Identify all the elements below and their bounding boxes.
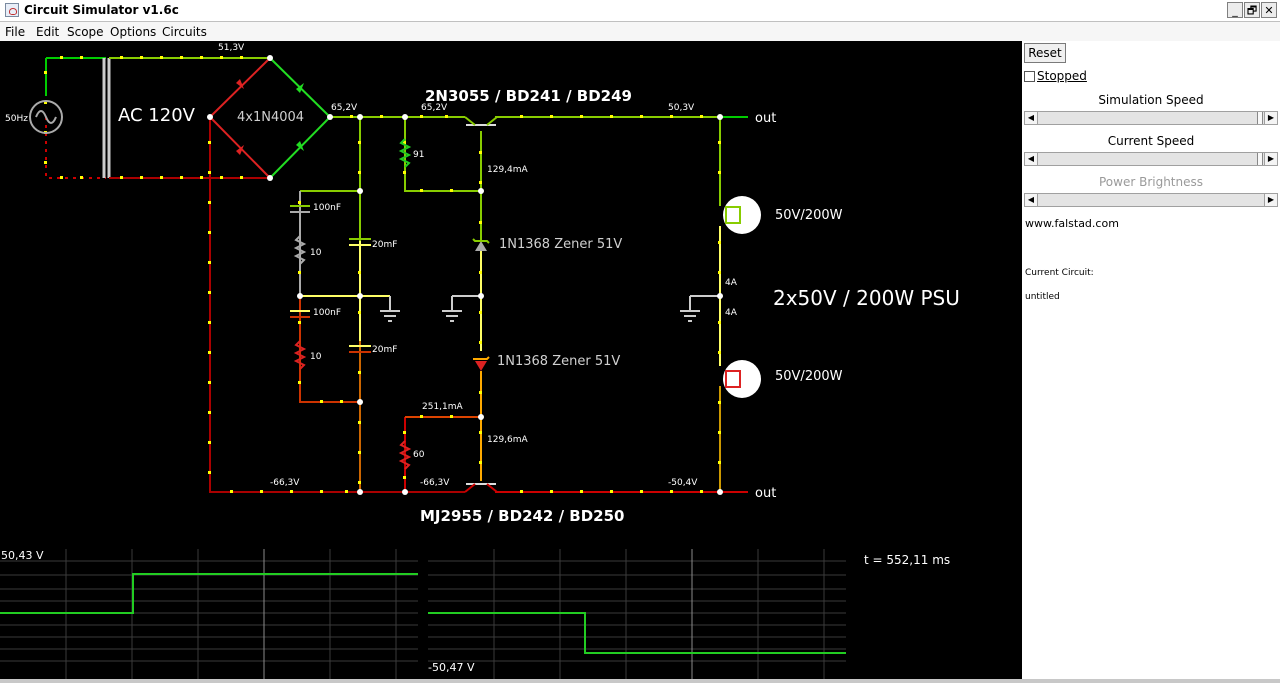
- capacitors[interactable]: [290, 205, 371, 353]
- voltage-label: 65,2V: [331, 103, 358, 113]
- output-top-label: out: [755, 111, 777, 126]
- arrow-right-icon[interactable]: ▶: [1264, 194, 1277, 206]
- checkbox-box[interactable]: [1024, 71, 1035, 82]
- simulation-speed-slider[interactable]: ◀ ▶: [1024, 111, 1278, 125]
- current-label: 4A: [725, 308, 737, 318]
- simulation-speed-label: Simulation Speed: [1098, 93, 1204, 107]
- current-label: 129,4mA: [487, 165, 528, 175]
- arrow-left-icon[interactable]: ◀: [1025, 112, 1038, 124]
- current-speed-slider[interactable]: ◀ ▶: [1024, 152, 1278, 166]
- scope-left[interactable]: [0, 549, 418, 679]
- pnp-label: MJ2955 / BD242 / BD250: [420, 507, 625, 525]
- voltage-label: -50,4V: [668, 478, 698, 488]
- current-speed-label: Current Speed: [1107, 134, 1195, 148]
- capacitor-label: 20mF: [372, 240, 398, 250]
- wire-neg-rail: [209, 117, 465, 493]
- zener-bottom[interactable]: [475, 361, 487, 371]
- lamp-top[interactable]: [723, 196, 761, 234]
- resistor-label: 91: [413, 150, 425, 160]
- arrow-right-icon[interactable]: ▶: [1264, 112, 1277, 124]
- power-brightness-label: Power Brightness: [1098, 175, 1203, 189]
- current-circuit-label: Current Circuit:: [1025, 268, 1094, 278]
- slider-thumb[interactable]: [1257, 112, 1263, 124]
- resistor-label: 10: [310, 352, 322, 362]
- current-label: 251,1mA: [422, 402, 463, 412]
- arrow-left-icon[interactable]: ◀: [1025, 153, 1038, 165]
- circuit-canvas[interactable]: 50Hz AC 120V 4x1N4004 2N3055 / BD241 / B…: [0, 41, 1022, 683]
- scope-time: t = 552,11 ms: [864, 553, 951, 567]
- stopped-label: Stopped: [1037, 69, 1087, 83]
- restore-button[interactable]: 🗗: [1244, 2, 1260, 18]
- menu-scope[interactable]: Scope: [67, 25, 104, 39]
- minimize-button[interactable]: _: [1227, 2, 1243, 18]
- power-brightness-slider[interactable]: ◀ ▶: [1024, 193, 1278, 207]
- control-panel: Reset Stopped Simulation Speed ◀ ▶ Curre…: [1022, 41, 1280, 683]
- stopped-checkbox[interactable]: Stopped: [1024, 69, 1087, 83]
- title-bar: Circuit Simulator v1.6c _ 🗗 ✕: [0, 0, 1280, 22]
- voltage-label: -66,3V: [270, 478, 300, 488]
- npn-label: 2N3055 / BD241 / BD249: [425, 87, 632, 105]
- window-title: Circuit Simulator v1.6c: [24, 3, 179, 17]
- status-bar: [0, 679, 1280, 683]
- resistor-label: 10: [310, 248, 322, 258]
- lamp-bottom[interactable]: [723, 360, 761, 398]
- output-bottom-label: out: [755, 486, 777, 501]
- capacitor-label: 20mF: [372, 345, 398, 355]
- reset-button[interactable]: Reset: [1024, 43, 1066, 63]
- current-label: 129,6mA: [487, 435, 528, 445]
- scope-right-value: -50,47 V: [428, 661, 475, 674]
- sine-wave-icon: [35, 110, 57, 124]
- zener-top-label: 1N1368 Zener 51V: [499, 237, 623, 252]
- zener-bottom-label: 1N1368 Zener 51V: [497, 354, 621, 369]
- arrow-left-icon[interactable]: ◀: [1025, 194, 1038, 206]
- scope-left-value: 50,43 V: [1, 549, 44, 562]
- menu-options[interactable]: Options: [110, 25, 156, 39]
- menu-circuits[interactable]: Circuits: [162, 25, 207, 39]
- menu-edit[interactable]: Edit: [36, 25, 59, 39]
- java-app-icon: [5, 3, 19, 17]
- bridge-label: 4x1N4004: [237, 110, 305, 125]
- source-label: AC 120V: [118, 105, 195, 126]
- bridge-diode-ul: [209, 57, 271, 118]
- capacitor-label: 100nF: [313, 203, 342, 213]
- voltage-label: 50,3V: [668, 103, 695, 113]
- capacitor-label: 100nF: [313, 308, 342, 318]
- circuit-title: 2x50V / 200W PSU: [773, 286, 960, 310]
- voltage-label: -66,3V: [420, 478, 450, 488]
- close-button[interactable]: ✕: [1261, 2, 1277, 18]
- wire-ac-left-bottom: [45, 117, 106, 179]
- ground-icon: [380, 310, 700, 322]
- scope-right[interactable]: [428, 549, 846, 679]
- source-freq-label: 50Hz: [5, 114, 28, 124]
- slider-thumb[interactable]: [1257, 153, 1263, 165]
- menu-bar: File Edit Scope Options Circuits: [0, 22, 1280, 41]
- resistor-label: 60: [413, 450, 425, 460]
- arrow-right-icon[interactable]: ▶: [1264, 153, 1277, 165]
- current-circuit-name: untitled: [1025, 292, 1060, 302]
- current-label: 4A: [725, 278, 737, 288]
- voltage-label: 65,2V: [421, 103, 448, 113]
- menu-file[interactable]: File: [5, 25, 25, 39]
- zener-top[interactable]: [475, 241, 487, 251]
- website-label: www.falstad.com: [1025, 217, 1119, 230]
- lamp-bottom-label: 50V/200W: [775, 369, 843, 384]
- bridge-diode-ll: [209, 116, 271, 179]
- voltage-label: 51,3V: [218, 43, 245, 53]
- lamp-top-label: 50V/200W: [775, 208, 843, 223]
